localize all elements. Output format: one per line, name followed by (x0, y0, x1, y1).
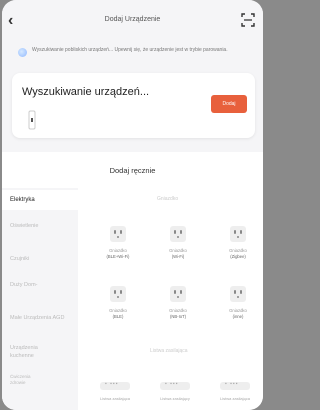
sidebar-item-kitchen[interactable]: Urządzenia kuchenne (10, 344, 60, 360)
sidebar-item-small-appliances[interactable]: Małe Urządzenia AGD (10, 314, 74, 322)
device-protocol: (inne) (232, 314, 244, 319)
section-title-sockets: Gniazdko (157, 196, 179, 202)
device-socket-other[interactable]: Gniazdko (inne) (215, 286, 261, 334)
device-protocol: (NB-IoT) (169, 314, 187, 319)
bluetooth-search-icon (18, 48, 27, 57)
device-name: Gniazdko (169, 308, 187, 313)
category-sidebar: Elektryka Oświetlenie Czujniki Duży Dom-… (2, 188, 78, 410)
manual-add-label: Dodaj ręcznie (109, 166, 156, 175)
device-socket-zigbee[interactable]: Gniazdko (Zigbee) (215, 226, 261, 274)
device-name: Gniazdko (229, 308, 247, 313)
device-protocol: (Wi-Fi) (171, 254, 185, 259)
device-name: Listwa zasilający (160, 396, 190, 401)
section-title-power-strips: Listwa zasilająca (150, 348, 188, 354)
device-name: Gniazdko (229, 248, 247, 253)
device-name: Gniazdko (109, 248, 127, 253)
sidebar-item-electrics[interactable]: Elektryka (2, 190, 78, 210)
device-power-strip[interactable]: Listwa zasilający (152, 381, 198, 404)
device-protocol: (BLE) (112, 314, 124, 319)
page-title: Dodaj Urządzenie (104, 16, 161, 23)
device-power-strip[interactable]: Listwa zasilająca (92, 381, 138, 404)
socket-icon (230, 226, 246, 242)
device-name: Listwa zasilająca (99, 396, 130, 401)
sidebar-item-health[interactable]: Ćwiczenia zdrowie (10, 374, 44, 386)
device-protocol: (BLE+Wi-Fi) (106, 254, 130, 259)
search-title: Wyszukiwanie urządzeń... (22, 86, 150, 98)
device-protocol: (Zigbee) (230, 254, 246, 259)
sidebar-item-large-home[interactable]: Duży Dom- (10, 281, 44, 289)
socket-icon (170, 226, 186, 242)
add-button[interactable]: Dodaj (211, 95, 247, 113)
device-power-strip[interactable]: Listwa zasilająca (212, 381, 258, 404)
power-strip-icon (100, 381, 130, 390)
socket-icon (110, 226, 126, 242)
device-name: Listwa zasilająca (219, 396, 250, 401)
device-socket-ble-wifi[interactable]: Gniazdko (BLE+Wi-Fi) (95, 226, 141, 274)
device-name: Gniazdko (169, 248, 187, 253)
socket-icon (230, 286, 246, 302)
manual-add-bar: Dodaj ręcznie (2, 152, 263, 188)
socket-icon (110, 286, 126, 302)
scan-icon[interactable] (241, 13, 255, 27)
power-strip-icon (160, 381, 190, 390)
sidebar-item-sensors[interactable]: Czujniki (10, 255, 74, 263)
device-socket-nbiot[interactable]: Gniazdko (NB-IoT) (155, 286, 201, 334)
sidebar-item-lighting[interactable]: Oświetlenie (10, 222, 74, 230)
app-screen: ‹ Dodaj Urządzenie Wyszukiwanie pobliski… (2, 0, 263, 410)
search-card: Wyszukiwanie urządzeń... Dodaj (12, 73, 255, 138)
device-socket-wifi[interactable]: Gniazdko (Wi-Fi) (155, 226, 201, 274)
pairing-hint-text: Wyszukiwanie pobliskich urządzeń... Upew… (32, 47, 228, 53)
device-socket-ble[interactable]: Gniazdko (BLE) (95, 286, 141, 334)
power-strip-icon (220, 381, 250, 390)
pairing-hint: Wyszukiwanie pobliskich urządzeń... Upew… (18, 44, 256, 66)
socket-icon (170, 286, 186, 302)
device-name: Gniazdko (109, 308, 127, 313)
device-phone-icon (28, 110, 36, 130)
header: ‹ Dodaj Urządzenie (2, 0, 263, 40)
